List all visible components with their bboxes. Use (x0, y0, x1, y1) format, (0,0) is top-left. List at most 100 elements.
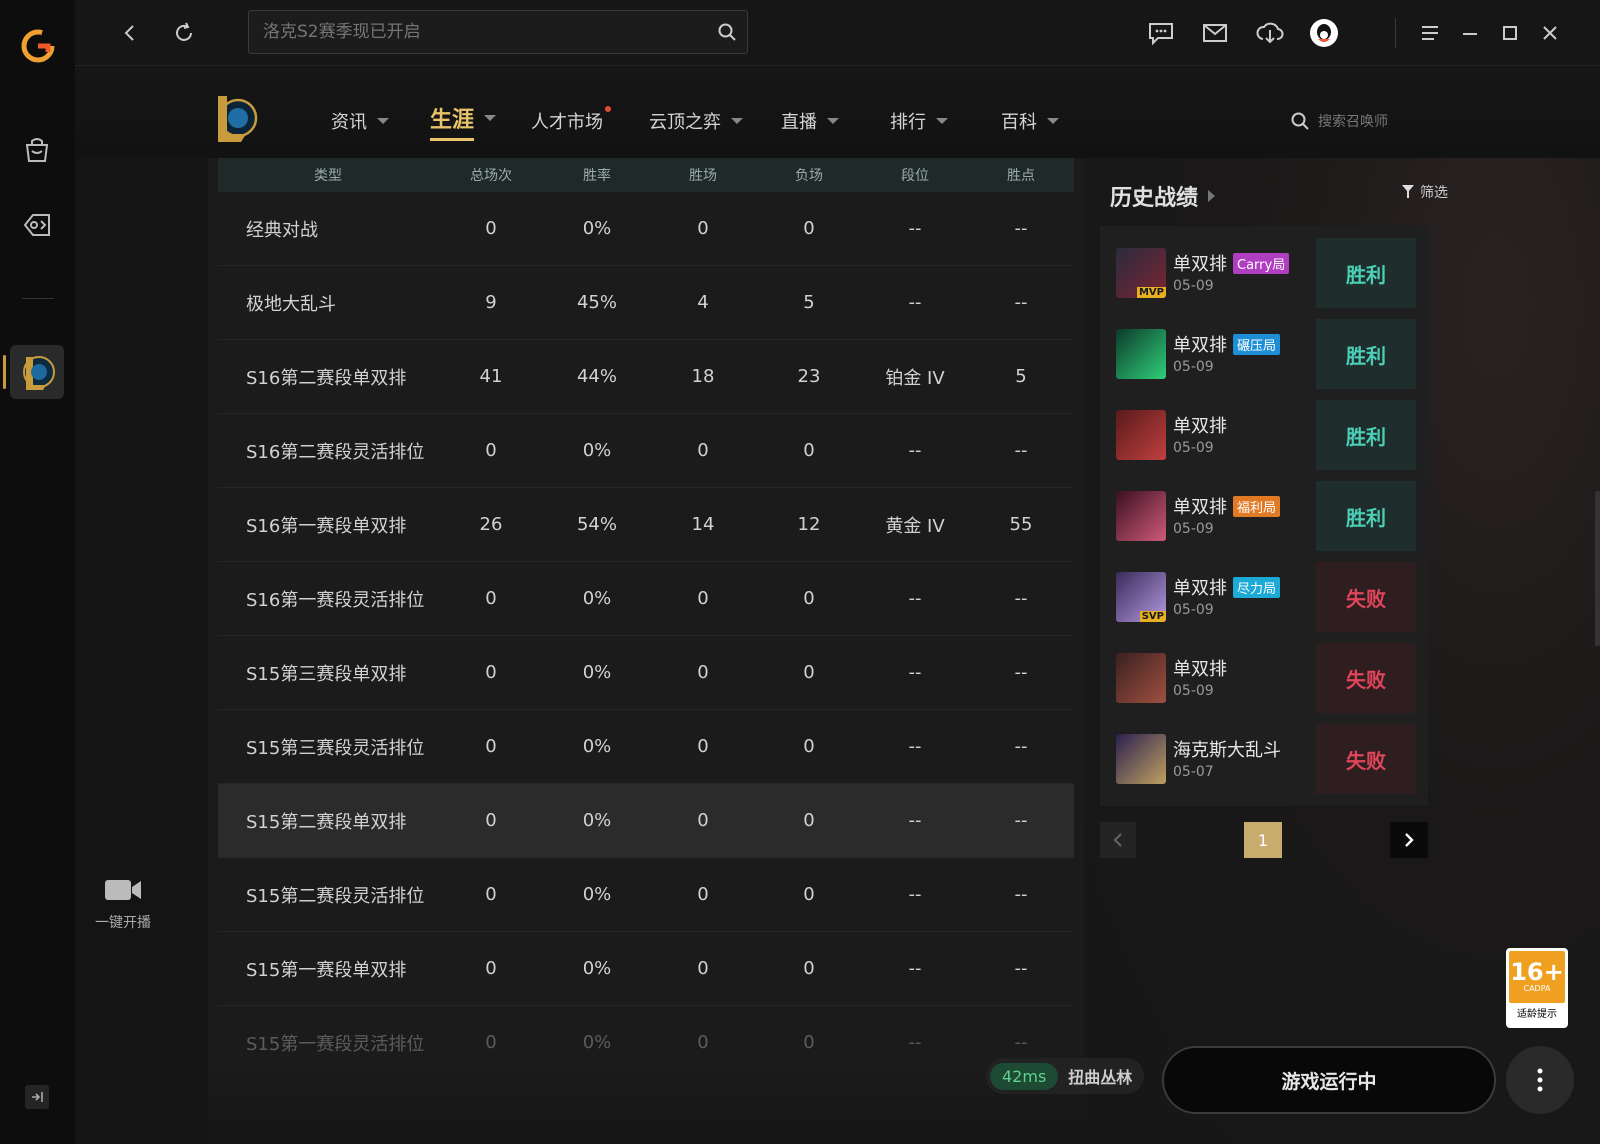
chat-icon[interactable] (1146, 18, 1176, 48)
cell-losses: 12 (797, 514, 821, 535)
chevron-down-icon (936, 118, 948, 124)
table-row[interactable]: S15第一赛段单双排 0 0% 0 0 -- -- (218, 932, 1074, 1006)
search-icon[interactable] (717, 22, 737, 46)
active-tab-underline (430, 138, 474, 141)
match-mode: 单双排 福利局 (1173, 493, 1281, 519)
header-type: 类型 (314, 168, 342, 184)
global-search[interactable] (248, 10, 748, 54)
more-options-button[interactable] (1506, 1046, 1574, 1114)
nav-tft-label: 云顶之弈 (649, 112, 721, 133)
cell-lp: -- (1014, 292, 1028, 313)
user-avatar-icon[interactable] (1309, 18, 1339, 48)
nav-ranking[interactable]: 排行 (890, 106, 948, 136)
page-next-button[interactable] (1390, 822, 1428, 858)
chevron-down-icon (1047, 118, 1059, 124)
match-item[interactable]: 单双排 碾压局 05-09 胜利 (1116, 319, 1416, 389)
cell-lp: 5 (1015, 366, 1027, 387)
scroll-fade (208, 1064, 1084, 1144)
history-title[interactable]: 历史战绩 (1110, 180, 1216, 212)
wegame-logo-icon[interactable] (18, 26, 58, 66)
nav-wiki[interactable]: 百科 (1001, 106, 1059, 136)
filter-button[interactable]: 筛选 (1402, 182, 1448, 202)
table-row[interactable]: S15第三赛段单双排 0 0% 0 0 -- -- (218, 636, 1074, 710)
header-losses: 负场 (795, 168, 823, 184)
match-mode-label: 单双排 (1173, 578, 1227, 599)
table-row[interactable]: S15第二赛段单双排 0 0% 0 0 -- -- (218, 784, 1074, 858)
table-row[interactable]: 经典对战 0 0% 0 0 -- -- (218, 192, 1074, 266)
filter-icon (1402, 185, 1414, 198)
cell-rank: -- (908, 588, 922, 609)
summoner-search[interactable]: 搜索召唤师 (1290, 108, 1388, 134)
back-icon[interactable] (115, 18, 145, 48)
table-row[interactable]: S16第二赛段灵活排位 0 0% 0 0 -- -- (218, 414, 1074, 488)
match-item[interactable]: 海克斯大乱斗 05-07 失败 (1116, 724, 1416, 794)
cell-total: 9 (485, 292, 497, 313)
collapse-rail-icon[interactable] (25, 1085, 49, 1109)
maximize-icon[interactable] (1495, 18, 1525, 48)
table-row[interactable]: S16第一赛段单双排 26 54% 14 12 黄金 IV 55 (218, 488, 1074, 562)
nav-career[interactable]: 生涯 (430, 103, 497, 141)
one-click-stream[interactable]: 一键开播 (88, 878, 158, 932)
cell-wins: 0 (697, 440, 709, 461)
store-icon[interactable] (19, 132, 55, 168)
minimize-icon[interactable] (1455, 18, 1485, 48)
server-status[interactable]: 42ms 扭曲丛林 (986, 1058, 1145, 1094)
table-row[interactable]: S16第二赛段单双排 41 44% 18 23 铂金 IV 5 (218, 340, 1074, 414)
games-library-icon[interactable] (19, 207, 55, 243)
close-icon[interactable] (1535, 18, 1565, 48)
summoner-search-placeholder: 搜索召唤师 (1318, 114, 1388, 130)
cell-type: S15第三赛段单双排 (246, 663, 407, 685)
download-icon[interactable] (1255, 18, 1285, 48)
global-search-input[interactable] (263, 11, 703, 53)
match-tag: 碾压局 (1233, 333, 1281, 355)
chevron-right-icon (1208, 190, 1216, 202)
header-wins: 胜场 (689, 168, 717, 184)
panel-scrollbar[interactable] (1595, 491, 1600, 646)
table-row[interactable]: S16第一赛段灵活排位 0 0% 0 0 -- -- (218, 562, 1074, 636)
left-rail (0, 0, 75, 1144)
cell-winrate: 0% (582, 958, 612, 979)
page-prev-button[interactable] (1100, 822, 1136, 858)
match-result: 胜利 (1316, 319, 1416, 389)
match-item[interactable]: SVP 单双排 尽力局 05-09 失败 (1116, 562, 1416, 632)
cell-losses: 0 (803, 1032, 815, 1053)
cell-total: 41 (479, 366, 503, 387)
nav-talent-market[interactable]: 人才市场 (531, 106, 611, 136)
refresh-icon[interactable] (169, 18, 199, 48)
table-row[interactable]: 极地大乱斗 9 45% 4 5 -- -- (218, 266, 1074, 340)
cell-wins: 0 (697, 736, 709, 757)
match-mode-label: 单双排 (1173, 335, 1227, 356)
cell-lp: -- (1014, 1032, 1028, 1053)
cell-wins: 0 (697, 218, 709, 239)
nav-live[interactable]: 直播 (781, 106, 839, 136)
filter-label: 筛选 (1420, 185, 1448, 201)
lol-logo-icon[interactable] (210, 90, 260, 146)
game-running-button[interactable]: 游戏运行中 (1162, 1046, 1496, 1114)
chevron-down-icon (484, 115, 497, 121)
cell-type: S16第二赛段灵活排位 (246, 441, 425, 463)
champion-avatar (1116, 329, 1166, 379)
cell-type: S16第二赛段单双排 (246, 367, 407, 389)
lol-game-shortcut[interactable] (10, 345, 64, 399)
nav-news[interactable]: 资讯 (331, 106, 389, 136)
match-item[interactable]: 单双排 福利局 05-09 胜利 (1116, 481, 1416, 551)
mail-icon[interactable] (1200, 18, 1230, 48)
cell-winrate: 0% (582, 662, 612, 683)
match-item[interactable]: 单双排 05-09 失败 (1116, 643, 1416, 713)
cell-winrate: 0% (582, 884, 612, 905)
cell-total: 0 (485, 884, 497, 905)
champion-avatar: SVP (1116, 572, 1166, 622)
more-vertical-icon (1537, 1068, 1543, 1092)
match-item[interactable]: 单双排 05-09 胜利 (1116, 400, 1416, 470)
nav-tft[interactable]: 云顶之弈 (649, 106, 743, 136)
cell-winrate: 0% (582, 440, 612, 461)
cell-rank: 黄金 IV (885, 515, 945, 537)
cell-rank: -- (908, 218, 922, 239)
table-row[interactable]: S15第三赛段灵活排位 0 0% 0 0 -- -- (218, 710, 1074, 784)
match-item[interactable]: MVP 单双排 Carry局 05-09 胜利 (1116, 238, 1416, 308)
match-date: 05-09 (1173, 278, 1214, 294)
menu-icon[interactable] (1415, 18, 1445, 48)
page-number[interactable]: 1 (1244, 822, 1282, 858)
table-row[interactable]: S15第二赛段灵活排位 0 0% 0 0 -- -- (218, 858, 1074, 932)
cell-type: S15第三赛段灵活排位 (246, 737, 425, 759)
